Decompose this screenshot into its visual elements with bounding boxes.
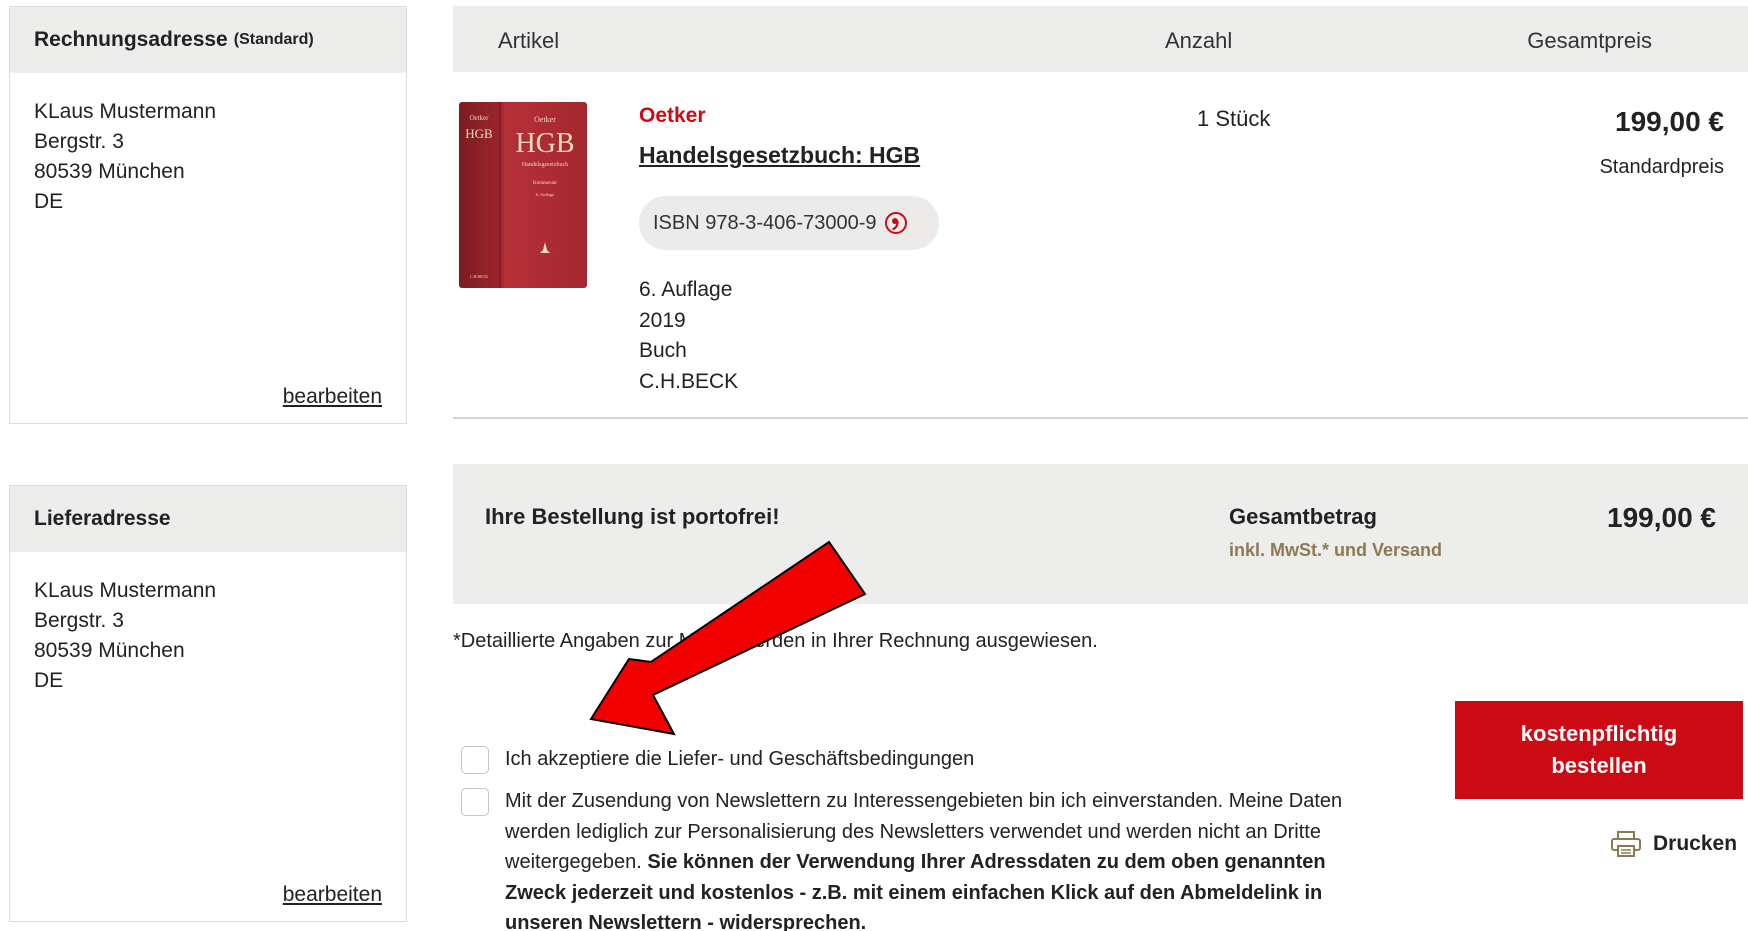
print-label: Drucken [1653, 832, 1738, 855]
edit-billing-link[interactable]: bearbeiten [283, 385, 382, 409]
product-price: 199,00 € [1615, 106, 1724, 137]
address-line: Bergstr. 3 [34, 609, 124, 632]
total-label: Gesamtbetrag [1229, 504, 1377, 529]
shipping-address-header: Lieferadresse [10, 486, 406, 552]
edit-shipping-link[interactable]: bearbeiten [283, 883, 382, 907]
shipping-address-lines: KLaus Mustermann Bergstr. 3 80539 Münche… [10, 552, 406, 696]
product-edition: 6. Auflage [639, 278, 733, 301]
column-quantity: Anzahl [1165, 28, 1233, 53]
product-meta: 6. Auflage 2019 Buch C.H.BECK [639, 275, 738, 397]
total-tax-note: inkl. MwSt.* und Versand [1229, 540, 1443, 560]
product-publisher: C.H.BECK [639, 369, 739, 393]
address-line: KLaus Mustermann [34, 100, 217, 123]
product-quantity: 1 Stück [1197, 106, 1271, 131]
cover-spine-title: HGB [465, 126, 493, 141]
cover-subtitle: Handelsgesetzbuch [522, 162, 568, 168]
billing-address-header: Rechnungsadresse (Standard) [10, 7, 406, 73]
tax-footnote: *Detaillierte Angaben zur MwSt. werden i… [453, 630, 1098, 652]
product-title-link[interactable]: Handelsgesetzbuch: HGB [639, 142, 920, 169]
product-brand: Oetker [639, 104, 706, 127]
terms-checkbox[interactable] [461, 746, 489, 774]
billing-address-card: Rechnungsadresse (Standard) KLaus Muster… [9, 6, 407, 424]
column-article: Artikel [498, 28, 560, 53]
billing-address-lines: KLaus Mustermann Bergstr. 3 80539 Münche… [10, 73, 406, 217]
order-button[interactable]: kostenpflichtig bestellen [1455, 701, 1743, 799]
isbn-text: ISBN 978-3-406-73000-9 [653, 211, 877, 234]
cover-author: Oetker [534, 115, 556, 124]
cover-edition: 6. Auflage [536, 192, 555, 197]
print-button[interactable]: Drucken [1611, 831, 1737, 857]
address-line: Bergstr. 3 [34, 130, 124, 153]
terms-label[interactable]: Ich akzeptiere die Liefer- und Geschäfts… [505, 744, 974, 775]
address-line: DE [34, 669, 64, 692]
address-line: DE [34, 190, 64, 213]
product-isbn-pill: ISBN 978-3-406-73000-9 [639, 196, 939, 250]
billing-address-title: Rechnungsadresse [34, 28, 228, 51]
newsletter-label[interactable]: Mit der Zusendung von Newslettern zu Int… [505, 786, 1365, 931]
copy-icon[interactable] [884, 211, 908, 235]
cart-table-header: Artikel Anzahl Gesamtpreis [453, 6, 1748, 72]
order-button-line1: kostenpflichtig [1520, 721, 1678, 746]
newsletter-checkbox[interactable] [461, 788, 489, 816]
printer-icon [1611, 831, 1641, 857]
product-price-note: Standardpreis [1599, 156, 1724, 178]
order-summary: Ihre Bestellung ist portofrei! Gesamtbet… [453, 464, 1748, 604]
total-price: 199,00 € [1607, 502, 1716, 533]
cover-title: HGB [515, 128, 574, 159]
cover-kind: Kommentar [533, 181, 557, 186]
cover-spine-author: Oetker [469, 114, 489, 122]
address-line: 80539 München [34, 639, 185, 662]
standard-badge: (Standard) [233, 31, 314, 48]
address-line: KLaus Mustermann [34, 579, 217, 602]
column-total: Gesamtpreis [1527, 28, 1652, 53]
cover-publisher: C.H.BECK [470, 274, 488, 279]
shipping-address-title: Lieferadresse [34, 507, 171, 530]
product-format: Buch [639, 339, 687, 362]
free-shipping-note: Ihre Bestellung ist portofrei! [485, 504, 780, 529]
product-year: 2019 [639, 308, 686, 332]
order-button-line2: bestellen [1551, 753, 1647, 778]
shipping-address-card: Lieferadresse KLaus Mustermann Bergstr. … [9, 485, 407, 922]
address-line: 80539 München [34, 160, 185, 183]
row-divider [453, 417, 1748, 419]
product-cover-image[interactable]: Oetker HGB Oetker HGB Handelsgesetzbuch … [459, 100, 589, 290]
